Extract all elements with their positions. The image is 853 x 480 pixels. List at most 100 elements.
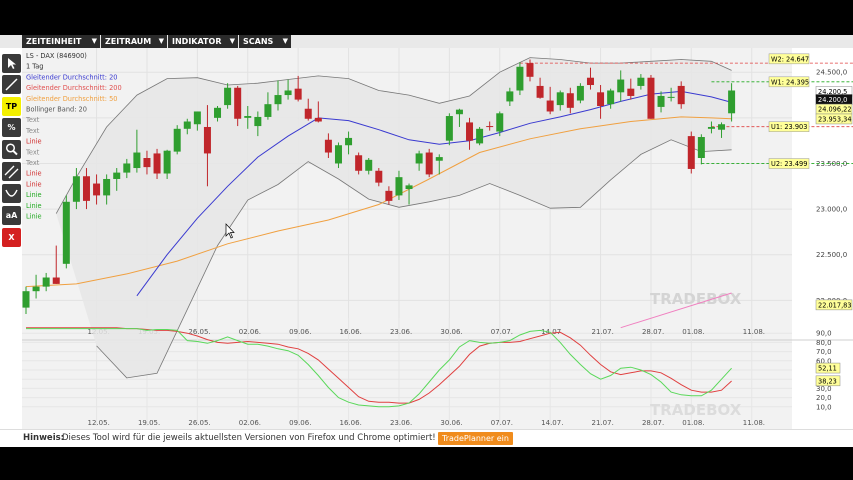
- candle-body: [617, 79, 625, 93]
- candle-body: [22, 291, 30, 308]
- price-tick-label: 22.500,0: [816, 251, 847, 259]
- curve-tool[interactable]: [2, 184, 21, 203]
- candle-body: [476, 128, 484, 144]
- oscillator-tick-label: 20,0: [816, 394, 832, 402]
- candle-body: [224, 87, 232, 106]
- x-tick-label: 16.06.: [340, 328, 362, 336]
- candle-body: [42, 277, 50, 287]
- x-tick-label-oscillator: 07.07.: [491, 419, 513, 427]
- candle-body: [526, 63, 534, 77]
- candle-body: [728, 90, 736, 114]
- x-tick-label: 11.08.: [743, 328, 765, 336]
- parallel-lines-tool[interactable]: [2, 162, 21, 181]
- candle-body: [445, 116, 453, 141]
- candle-body: [254, 116, 262, 127]
- candle-body: [72, 176, 80, 202]
- candle-body: [203, 126, 211, 154]
- level-label: U2: 23.499: [771, 160, 807, 168]
- candle-body: [183, 121, 191, 129]
- legend-entry: Linie: [26, 202, 42, 210]
- curve-icon: [2, 189, 21, 205]
- candle-body: [415, 153, 423, 164]
- percent-tool[interactable]: %: [2, 118, 21, 137]
- level-label: U1: 23.903: [771, 123, 807, 131]
- candle-body: [264, 104, 272, 117]
- x-tick-label-oscillator: 26.05.: [188, 419, 210, 427]
- x-tick-label-oscillator: 14.07.: [541, 419, 563, 427]
- candle-body: [677, 85, 685, 105]
- line-tool[interactable]: [2, 75, 21, 94]
- legend-entry: LS - DAX (846900): [26, 52, 87, 60]
- candle-body: [637, 77, 645, 86]
- price-badge-label: 24.200,0: [818, 96, 847, 104]
- menu-zeitraum[interactable]: ZEITRAUM ▼: [101, 35, 167, 48]
- x-tick-label-oscillator: 12.05.: [88, 419, 110, 427]
- candle-body: [52, 277, 60, 284]
- candle-body: [516, 66, 524, 91]
- candle-body: [365, 159, 373, 171]
- zoom-tool[interactable]: [2, 140, 21, 159]
- candle-body: [506, 91, 514, 102]
- candle-body: [284, 90, 292, 96]
- menu-scans-label: SCANS: [243, 37, 274, 46]
- chart-area[interactable]: 24.500,024.000,023.500,023.000,022.500,0…: [22, 48, 853, 429]
- oscillator-tick-label: 30,0: [816, 385, 832, 393]
- price-tick-label: 23.500,0: [816, 160, 847, 168]
- x-tick-label-oscillator: 23.06.: [390, 419, 412, 427]
- level-label: W2: 24.647: [771, 55, 809, 63]
- x-tick-label-oscillator: 02.06.: [239, 419, 261, 427]
- legend-entry: Text: [25, 116, 40, 124]
- menu-zeiteinheit[interactable]: ZEITEINHEIT ▼: [22, 35, 100, 48]
- watermark-text: TRADEBOX: [650, 290, 742, 308]
- text-tool[interactable]: aA: [2, 206, 21, 225]
- x-tick-label-oscillator: 30.06.: [440, 419, 462, 427]
- caret-down-icon: ▼: [158, 37, 164, 45]
- oscillator-tick-label: 10,0: [816, 403, 832, 411]
- price-tick-label: 23.000,0: [816, 206, 847, 214]
- tradeplanner-tool[interactable]: TP: [2, 97, 21, 116]
- x-tick-label: 30.06.: [440, 328, 462, 336]
- caret-down-icon: ▼: [91, 37, 97, 45]
- x-tick-label: 28.07.: [642, 328, 664, 336]
- candle-body: [244, 116, 252, 118]
- candle-body: [345, 137, 353, 146]
- oscillator-tick-label: 80,0: [816, 339, 832, 347]
- candle-body: [455, 109, 463, 115]
- cursor-tool[interactable]: [2, 54, 21, 73]
- candle-body: [405, 185, 413, 190]
- candle-body: [234, 87, 242, 119]
- candle-body: [586, 77, 594, 86]
- price-badge-label: 24.096,22: [818, 106, 852, 114]
- footer-bar: Hinweis: Dieses Tool wird für die jeweil…: [0, 429, 853, 447]
- parallel-lines-icon: [2, 165, 21, 183]
- x-tick-label-oscillator: 16.06.: [340, 419, 362, 427]
- candle-body: [627, 88, 635, 96]
- x-tick-label-oscillator: 28.07.: [642, 419, 664, 427]
- delete-tool[interactable]: X: [2, 228, 21, 247]
- x-tick-label-oscillator: 11.08.: [743, 419, 765, 427]
- menu-bar: ZEITEINHEIT ▼ ZEITRAUM ▼ INDIKATOR ▼ SCA…: [0, 35, 853, 48]
- x-tick-label-oscillator: 09.06.: [289, 419, 311, 427]
- candle-body: [32, 286, 40, 292]
- menu-scans[interactable]: SCANS ▼: [239, 35, 291, 48]
- candle-body: [274, 95, 282, 105]
- candle-body: [496, 113, 504, 132]
- candle-body: [163, 150, 171, 174]
- watermark-text-oscillator: TRADEBOX: [650, 401, 742, 419]
- legend-entry: Text: [25, 127, 40, 135]
- tp-icon: TP: [5, 102, 18, 111]
- legend-entry: Linie: [26, 191, 42, 199]
- app-window: ZEITEINHEIT ▼ ZEITRAUM ▼ INDIKATOR ▼ SCA…: [0, 35, 853, 447]
- candle-body: [314, 117, 322, 122]
- price-badge-label: 22.017,83: [818, 301, 852, 309]
- legend-entry: Linie: [26, 213, 42, 221]
- cursor-icon: [2, 58, 21, 75]
- menu-indikator[interactable]: INDIKATOR ▼: [168, 35, 238, 48]
- candle-body: [103, 178, 111, 196]
- menu-zeitraum-label: ZEITRAUM: [105, 37, 152, 46]
- candle-body: [647, 77, 655, 119]
- tradeplanner-button[interactable]: TradePlanner ein: [438, 432, 513, 445]
- x-tick-label: 23.06.: [390, 328, 412, 336]
- candle-body: [657, 95, 665, 107]
- hint-text: Dieses Tool wird für die jeweils aktuell…: [62, 433, 436, 443]
